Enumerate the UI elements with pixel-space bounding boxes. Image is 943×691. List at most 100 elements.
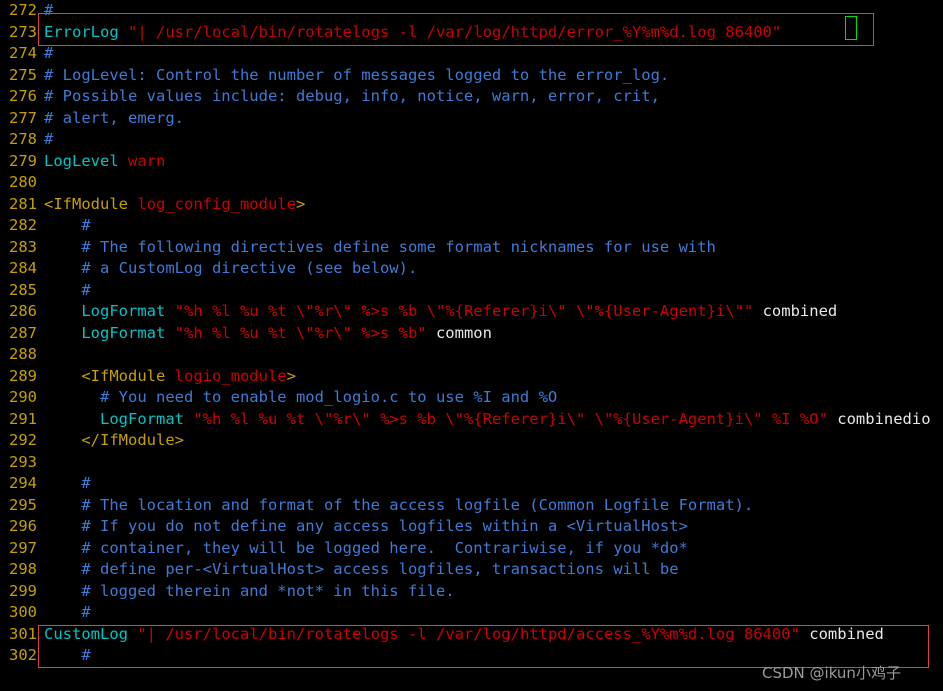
token-dir: ErrorLog xyxy=(44,22,119,41)
code-line[interactable]: 274 # xyxy=(0,43,943,65)
code-line[interactable]: 276 # Possible values include: debug, inf… xyxy=(0,86,943,108)
line-content[interactable]: # container, they will be logged here. C… xyxy=(38,538,943,560)
code-line[interactable]: 283 # The following directives define so… xyxy=(0,237,943,259)
line-content[interactable]: LogLevel warn xyxy=(38,151,943,173)
code-line[interactable]: 293 xyxy=(0,452,943,474)
token-cmt: # xyxy=(44,603,91,621)
code-line[interactable]: 279 LogLevel warn xyxy=(0,151,943,173)
code-line[interactable]: 294 # xyxy=(0,473,943,495)
line-content[interactable]: # If you do not define any access logfil… xyxy=(38,516,943,538)
token-cmt: # Possible values include: debug, info, … xyxy=(44,87,660,105)
line-number: 294 xyxy=(9,474,37,492)
token-cmt: # container, they will be logged here. C… xyxy=(44,538,688,557)
line-number: 297 xyxy=(9,538,37,557)
line-content[interactable]: ErrorLog "| /usr/local/bin/rotatelogs -l… xyxy=(38,22,943,44)
code-line[interactable]: 282 # xyxy=(0,215,943,237)
token-cmt: # The location and format of the access … xyxy=(44,495,754,514)
line-content[interactable]: # define per-<VirtualHost> access logfil… xyxy=(38,559,943,581)
line-content[interactable]: LogFormat "%h %l %u %t \"%r\" %>s %b" co… xyxy=(38,323,943,345)
line-content[interactable]: # alert, emerg. xyxy=(38,108,943,130)
line-number: 291 xyxy=(9,409,37,428)
line-content[interactable]: <IfModule logio_module> xyxy=(38,366,943,388)
line-content[interactable]: </IfModule> xyxy=(38,430,943,452)
code-line[interactable]: 280 xyxy=(0,172,943,194)
line-number: 273 xyxy=(9,22,37,41)
line-content[interactable]: # xyxy=(38,43,943,65)
line-content[interactable]: # xyxy=(38,215,943,237)
line-content[interactable]: # xyxy=(38,473,943,495)
line-content[interactable]: # xyxy=(38,645,943,667)
token-str: "%h %l %u %t \"%r\" %>s %b \"%{Referer}i… xyxy=(174,302,754,320)
code-line[interactable]: 297 # container, they will be logged her… xyxy=(0,538,943,560)
code-line[interactable]: 301 CustomLog "| /usr/local/bin/rotatelog… xyxy=(0,624,943,646)
code-line[interactable]: 285 # xyxy=(0,280,943,302)
line-content[interactable]: # LogLevel: Control the number of messag… xyxy=(38,65,943,87)
line-number: 290 xyxy=(9,388,37,406)
line-content[interactable]: # xyxy=(38,280,943,302)
code-line[interactable]: 295 # The location and format of the acc… xyxy=(0,495,943,517)
token-dir: LogFormat xyxy=(81,323,166,342)
code-line[interactable]: 299 # logged therein and *not* in this f… xyxy=(0,581,943,603)
token-cmt: # You need to enable mod_logio.c to use … xyxy=(44,388,558,406)
token-dir: CustomLog xyxy=(44,624,128,643)
line-content[interactable]: LogFormat "%h %l %u %t \"%r\" %>s %b \"%… xyxy=(38,301,943,323)
code-line[interactable]: 287 LogFormat "%h %l %u %t \"%r\" %>s %b… xyxy=(0,323,943,345)
line-content[interactable]: # xyxy=(38,0,943,22)
token-tag: <IfModule xyxy=(81,366,175,385)
line-content[interactable]: # xyxy=(38,129,943,151)
code-line[interactable]: 288 xyxy=(0,344,943,366)
code-line[interactable]: 292 </IfModule> xyxy=(0,430,943,452)
line-content[interactable]: # You need to enable mod_logio.c to use … xyxy=(38,387,943,409)
line-content[interactable]: # xyxy=(38,602,943,624)
line-content[interactable]: <IfModule log_config_module> xyxy=(38,194,943,216)
line-number: 295 xyxy=(9,495,37,514)
token-cmt: # define per-<VirtualHost> access logfil… xyxy=(44,560,679,578)
line-content[interactable]: # logged therein and *not* in this file. xyxy=(38,581,943,603)
token-tag: > xyxy=(286,366,296,385)
token-cmt: # alert, emerg. xyxy=(44,108,184,127)
code-line[interactable]: 296 # If you do not define any access lo… xyxy=(0,516,943,538)
code-line[interactable]: 277 # alert, emerg. xyxy=(0,108,943,130)
line-number: 281 xyxy=(9,194,37,213)
code-line-list[interactable]: 272 #273 ErrorLog "| /usr/local/bin/rotate… xyxy=(0,0,943,667)
code-line[interactable]: 289 <IfModule logio_module> xyxy=(0,366,943,388)
line-number: 272 xyxy=(9,1,37,19)
token-val: warn xyxy=(128,151,166,170)
line-content[interactable]: CustomLog "| /usr/local/bin/rotatelogs -… xyxy=(38,624,943,646)
code-line[interactable]: 290 # You need to enable mod_logio.c to … xyxy=(0,387,943,409)
token-cmt: # The following directives define some f… xyxy=(44,237,716,256)
line-number: 283 xyxy=(9,237,37,256)
line-content[interactable]: # a CustomLog directive (see below). xyxy=(38,258,943,280)
code-line[interactable]: 291 LogFormat "%h %l %u %t \"%r\" %>s %b… xyxy=(0,409,943,431)
token-mod: log_config_module xyxy=(137,194,296,213)
line-content[interactable]: # The following directives define some f… xyxy=(38,237,943,259)
code-line[interactable]: 284 # a CustomLog directive (see below). xyxy=(0,258,943,280)
line-content[interactable]: # Possible values include: debug, info, … xyxy=(38,86,943,108)
code-line[interactable]: 272 # xyxy=(0,0,943,22)
code-line[interactable]: 286 LogFormat "%h %l %u %t \"%r\" %>s %b… xyxy=(0,301,943,323)
token-cmt: # xyxy=(44,474,91,492)
line-number: 278 xyxy=(9,130,37,148)
line-content[interactable]: # The location and format of the access … xyxy=(38,495,943,517)
token-cmt: # xyxy=(44,130,54,148)
code-line[interactable]: 273 ErrorLog "| /usr/local/bin/rotatelogs… xyxy=(0,22,943,44)
code-line[interactable]: 302 # xyxy=(0,645,943,667)
code-line[interactable]: 298 # define per-<VirtualHost> access lo… xyxy=(0,559,943,581)
code-editor-viewport[interactable]: 272 #273 ErrorLog "| /usr/local/bin/rotate… xyxy=(0,0,943,691)
token-plain: combinedio xyxy=(827,409,931,428)
code-line[interactable]: 278 # xyxy=(0,129,943,151)
line-number: 282 xyxy=(9,216,37,234)
token-dir: LogLevel xyxy=(44,151,119,170)
line-number: 301 xyxy=(9,624,37,643)
code-line[interactable]: 275 # LogLevel: Control the number of mes… xyxy=(0,65,943,87)
token-cmt: # xyxy=(44,44,54,62)
token-cmt: # xyxy=(44,1,54,19)
line-content[interactable]: LogFormat "%h %l %u %t \"%r\" %>s %b \"%… xyxy=(38,409,943,431)
code-line[interactable]: 281 <IfModule log_config_module> xyxy=(0,194,943,216)
code-line[interactable]: 300 # xyxy=(0,602,943,624)
